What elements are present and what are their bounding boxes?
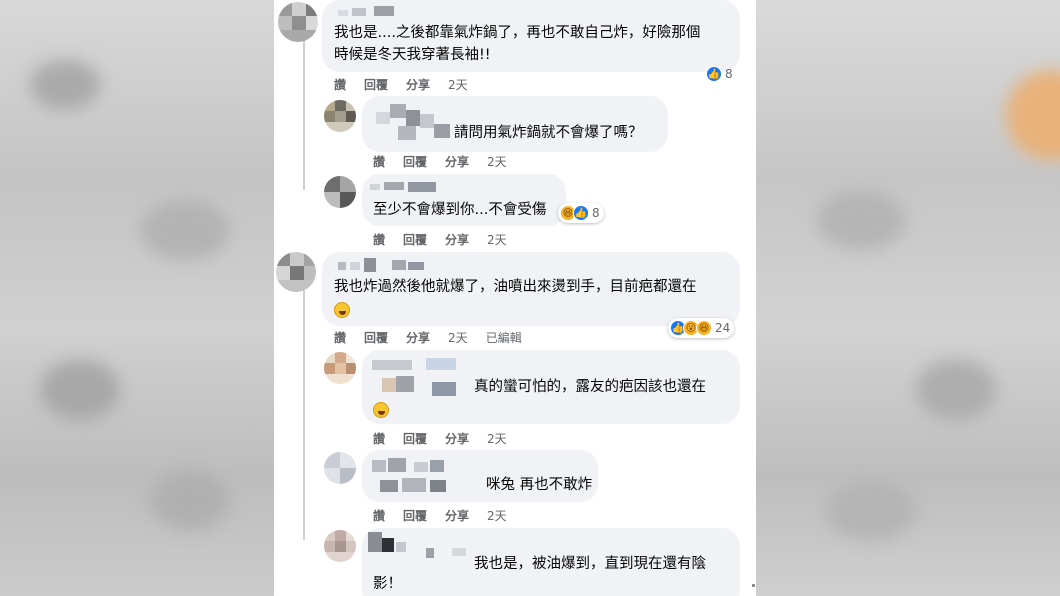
avatar[interactable] xyxy=(324,530,356,562)
edited-label[interactable]: 已編輯 xyxy=(486,331,522,345)
timestamp[interactable]: 2天 xyxy=(487,509,507,523)
share-link[interactable]: 分享 xyxy=(445,509,469,523)
reply-actions: 讚 回覆 分享 2天 xyxy=(373,430,525,447)
author-name-blurred[interactable] xyxy=(368,532,468,558)
like-icon: 👍 xyxy=(573,205,589,221)
like-icon: 👍 xyxy=(706,66,722,82)
share-link[interactable]: 分享 xyxy=(445,155,469,169)
avatar[interactable] xyxy=(324,100,356,132)
author-name-blurred[interactable] xyxy=(338,258,428,272)
comment-actions: 讚 回覆 分享 2天 已編輯 xyxy=(334,329,540,346)
reply-text: 咪兔 再也不敢炸 xyxy=(486,477,593,493)
avatar[interactable] xyxy=(278,2,318,42)
comment-text: 我也炸過然後他就爆了，油噴出來燙到手，目前疤都還在 xyxy=(334,279,697,295)
reaction-count: 8 xyxy=(725,67,733,81)
avatar[interactable] xyxy=(324,176,356,208)
avatar[interactable] xyxy=(276,252,316,292)
scrollbar-indicator[interactable] xyxy=(752,584,755,587)
comment-thread-panel: 我也是....之後都靠氣炸鍋了，再也不敢自己炸，好險那個 時候是冬天我穿著長袖!… xyxy=(274,0,756,596)
share-link[interactable]: 分享 xyxy=(445,432,469,446)
reaction-summary[interactable]: 👍 😮 😆 24 xyxy=(668,318,735,338)
blurred-background-left xyxy=(0,0,274,596)
author-name-blurred[interactable] xyxy=(338,6,398,18)
timestamp[interactable]: 2天 xyxy=(487,233,507,247)
share-link[interactable]: 分享 xyxy=(406,331,430,345)
share-link[interactable]: 分享 xyxy=(445,233,469,247)
avatar[interactable] xyxy=(324,352,356,384)
comment-actions: 讚 回覆 分享 2天 xyxy=(334,76,486,93)
reaction-summary[interactable]: 😆 👍 8 xyxy=(558,203,604,223)
timestamp[interactable]: 2天 xyxy=(448,78,468,92)
like-link[interactable]: 讚 xyxy=(373,233,385,247)
timestamp[interactable]: 2天 xyxy=(448,331,468,345)
like-link[interactable]: 讚 xyxy=(334,78,346,92)
like-link[interactable]: 讚 xyxy=(373,432,385,446)
reply-link[interactable]: 回覆 xyxy=(403,432,427,446)
timestamp[interactable]: 2天 xyxy=(487,432,507,446)
reply-link[interactable]: 回覆 xyxy=(364,331,388,345)
reply-link[interactable]: 回覆 xyxy=(403,509,427,523)
avatar[interactable] xyxy=(324,452,356,484)
reaction-count: 24 xyxy=(715,321,731,335)
timestamp[interactable]: 2天 xyxy=(487,155,507,169)
thread-line xyxy=(303,290,305,540)
blurred-background-right xyxy=(756,0,1060,596)
emoji xyxy=(373,402,389,418)
like-link[interactable]: 讚 xyxy=(373,509,385,523)
reply-text: 請問用氣炸鍋就不會爆了嗎？ xyxy=(454,125,643,141)
reply-link[interactable]: 回覆 xyxy=(403,155,427,169)
reply-link[interactable]: 回覆 xyxy=(403,233,427,247)
reply-text: 我也是，被油爆到，直到現在還有陰 xyxy=(474,556,706,572)
reply-link[interactable]: 回覆 xyxy=(364,78,388,92)
comment-text: 我也是....之後都靠氣炸鍋了，再也不敢自己炸，好險那個 xyxy=(334,25,701,41)
comment-text: 時候是冬天我穿著長袖!! xyxy=(334,47,491,63)
like-link[interactable]: 讚 xyxy=(373,155,385,169)
like-link[interactable]: 讚 xyxy=(334,331,346,345)
reply-actions: 讚 回覆 分享 2天 xyxy=(373,231,525,248)
reaction-count: 8 xyxy=(592,206,600,220)
author-name-blurred[interactable] xyxy=(368,356,468,400)
thread-line xyxy=(303,40,305,190)
author-name-blurred[interactable] xyxy=(370,182,436,192)
author-name-blurred[interactable] xyxy=(370,458,466,498)
reply-text: 真的蠻可怕的，露友的疤因該也還在 xyxy=(474,379,706,395)
reply-actions: 讚 回覆 分享 2天 xyxy=(373,507,525,524)
emoji xyxy=(334,302,350,318)
share-link[interactable]: 分享 xyxy=(406,78,430,92)
reply-text: 至少不會爆到你...不會受傷 xyxy=(373,202,547,218)
author-name-blurred[interactable] xyxy=(376,104,450,144)
reaction-summary[interactable]: 👍 8 xyxy=(704,64,737,84)
haha-icon: 😆 xyxy=(696,320,712,336)
reply-text: 影！ xyxy=(373,576,402,592)
reply-actions: 讚 回覆 分享 2天 xyxy=(373,153,525,170)
